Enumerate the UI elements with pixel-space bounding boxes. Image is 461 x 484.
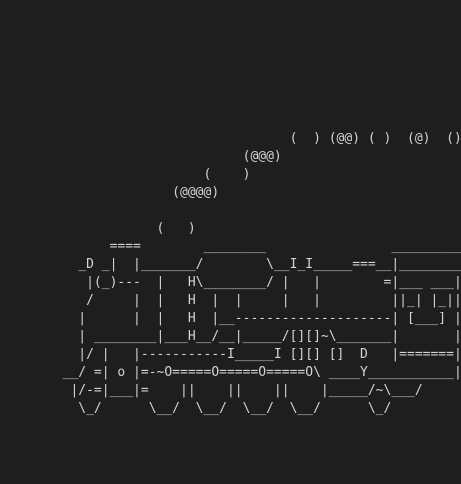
train-line-7: |/ | |-----------I_____I [][] [] D |====… — [0, 347, 461, 362]
terminal-output: ( ) (@@) ( ) (@) () (@@@) ( ) (@@@@) ( )… — [0, 0, 461, 484]
smoke-line-1: ( ) (@@) ( ) (@) () — [0, 131, 461, 146]
train-line-10: \_/ \__/ \__/ \__/ \__/ \_/ — [0, 401, 392, 416]
train-line-9: |/-=|___|= || || || |_____/~\___/ — [0, 383, 423, 398]
train-line-3: |(_)--- | H\________/ | | =|___ ___| — [0, 275, 461, 290]
smoke-line-5: ( ) — [0, 221, 196, 236]
smoke-line-4: (@@@@) — [0, 185, 220, 200]
train-line-6: | ________|___H__/__|_____/[][]~\_______… — [0, 329, 461, 344]
smoke-line-2: (@@@) — [0, 149, 282, 164]
train-line-1: ==== ________ ___________ — [0, 239, 461, 254]
terminal-window[interactable]: ( ) (@@) ( ) (@) () (@@@) ( ) (@@@@) ( )… — [0, 0, 461, 484]
train-line-5: | | | H |__--------------------| [___] | — [0, 311, 461, 326]
train-line-4: / | | H | | | | ||_| |_|| — [0, 293, 461, 308]
train-line-2: _D _| |_______/ \__I_I_____===__|_______… — [0, 257, 461, 272]
smoke-line-3: ( ) — [0, 167, 251, 182]
train-line-8: __/ =| o |=-~O=====O=====O=====O\ ____Y_… — [0, 365, 461, 380]
